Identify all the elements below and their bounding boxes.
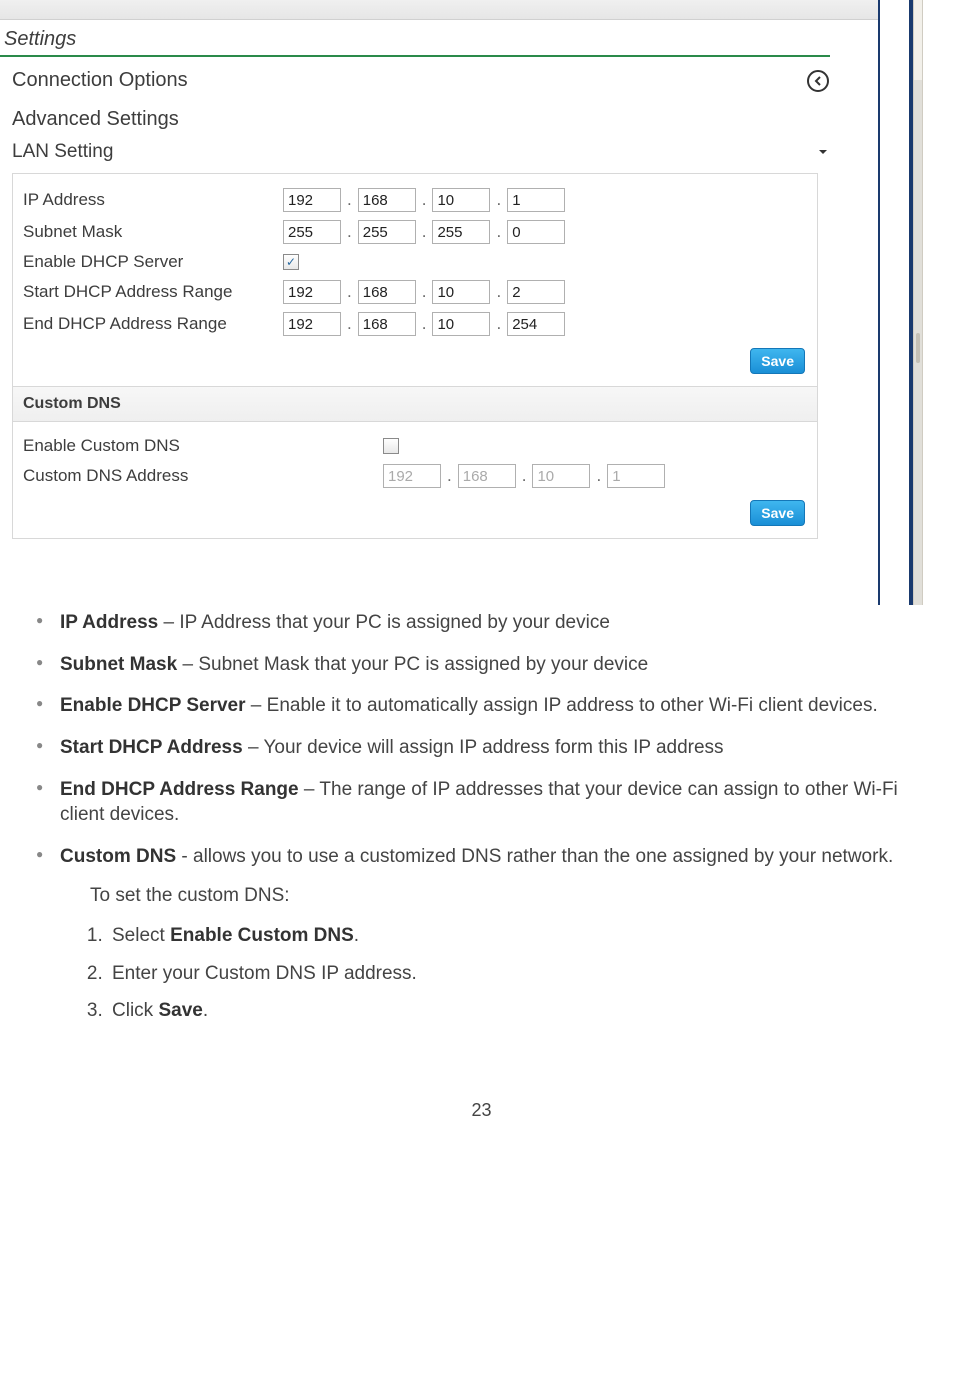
- lan-setting-label: LAN Setting: [12, 141, 113, 163]
- ip-address-octet-1[interactable]: [283, 188, 341, 212]
- end-dhcp-octet-3[interactable]: [432, 312, 490, 336]
- lan-save-button[interactable]: Save: [750, 348, 805, 374]
- doc-custom-dns-intro: To set the custom DNS:: [90, 883, 933, 909]
- collapse-left-icon[interactable]: [807, 70, 829, 92]
- enable-dhcp-label: Enable DHCP Server: [23, 252, 283, 272]
- lan-setting-row[interactable]: LAN Setting: [0, 135, 835, 173]
- custom-dns-heading: Custom DNS: [12, 387, 818, 422]
- subnet-mask-octet-4[interactable]: [507, 220, 565, 244]
- enable-custom-dns-label: Enable Custom DNS: [23, 436, 383, 456]
- custom-dns-address-row: Custom DNS Address . . .: [23, 464, 807, 488]
- ip-address-octet-3[interactable]: [432, 188, 490, 212]
- enable-custom-dns-checkbox[interactable]: [383, 438, 399, 454]
- end-dhcp-label: End DHCP Address Range: [23, 314, 283, 334]
- start-dhcp-octet-1[interactable]: [283, 280, 341, 304]
- advanced-settings-heading: Advanced Settings: [0, 100, 835, 135]
- scrollbar-thumb[interactable]: [916, 333, 920, 363]
- window-titlebar: [0, 0, 885, 20]
- ip-address-row: IP Address . . .: [23, 188, 807, 212]
- ip-address-label: IP Address: [23, 190, 283, 210]
- start-dhcp-octet-3[interactable]: [432, 280, 490, 304]
- ip-address-octet-4[interactable]: [507, 188, 565, 212]
- end-dhcp-row: End DHCP Address Range . . .: [23, 312, 807, 336]
- connection-options-label: Connection Options: [12, 69, 188, 92]
- subnet-mask-row: Subnet Mask . . .: [23, 220, 807, 244]
- subnet-mask-octet-2[interactable]: [358, 220, 416, 244]
- start-dhcp-octet-4[interactable]: [507, 280, 565, 304]
- custom-dns-address-label: Custom DNS Address: [23, 466, 383, 486]
- doc-step-2: Enter your Custom DNS IP address.: [108, 961, 933, 987]
- custom-dns-save-button[interactable]: Save: [750, 500, 805, 526]
- end-dhcp-octet-1[interactable]: [283, 312, 341, 336]
- custom-dns-octet-2: [458, 464, 516, 488]
- vertical-scrollbar[interactable]: [913, 0, 923, 605]
- settings-panel-screenshot: Settings Connection Options Advanced Set…: [0, 0, 963, 580]
- doc-step-1: Select Enable Custom DNS.: [108, 923, 933, 949]
- start-dhcp-label: Start DHCP Address Range: [23, 282, 283, 302]
- subnet-mask-octet-3[interactable]: [432, 220, 490, 244]
- end-dhcp-octet-2[interactable]: [358, 312, 416, 336]
- doc-item-subnet-mask: Subnet Mask – Subnet Mask that your PC i…: [30, 652, 933, 678]
- documentation-text: IP Address – IP Address that your PC is …: [0, 580, 963, 1060]
- doc-step-3: Click Save.: [108, 998, 933, 1024]
- doc-item-ip-address: IP Address – IP Address that your PC is …: [30, 610, 933, 636]
- doc-item-custom-dns: Custom DNS - allows you to use a customi…: [30, 844, 933, 1024]
- subnet-mask-label: Subnet Mask: [23, 222, 283, 242]
- enable-dhcp-checkbox[interactable]: ✓: [283, 254, 299, 270]
- connection-options-row[interactable]: Connection Options: [0, 57, 835, 100]
- enable-custom-dns-row: Enable Custom DNS: [23, 436, 807, 456]
- custom-dns-octet-3: [532, 464, 590, 488]
- doc-item-enable-dhcp: Enable DHCP Server – Enable it to automa…: [30, 693, 933, 719]
- subnet-mask-octet-1[interactable]: [283, 220, 341, 244]
- custom-dns-octet-1: [383, 464, 441, 488]
- custom-dns-octet-4: [607, 464, 665, 488]
- start-dhcp-row: Start DHCP Address Range . . .: [23, 280, 807, 304]
- end-dhcp-octet-4[interactable]: [507, 312, 565, 336]
- window-right-border: [878, 0, 913, 605]
- chevron-down-icon[interactable]: [817, 146, 829, 158]
- settings-title: Settings: [0, 20, 830, 57]
- doc-item-start-dhcp: Start DHCP Address – Your device will as…: [30, 735, 933, 761]
- ip-address-octet-2[interactable]: [358, 188, 416, 212]
- custom-dns-box: Enable Custom DNS Custom DNS Address . .…: [12, 422, 818, 539]
- lan-config-box: IP Address . . . Subnet Mask . . . Ena: [12, 173, 818, 387]
- enable-dhcp-row: Enable DHCP Server ✓: [23, 252, 807, 272]
- page-number: 23: [0, 1060, 963, 1141]
- doc-item-end-dhcp: End DHCP Address Range – The range of IP…: [30, 777, 933, 828]
- start-dhcp-octet-2[interactable]: [358, 280, 416, 304]
